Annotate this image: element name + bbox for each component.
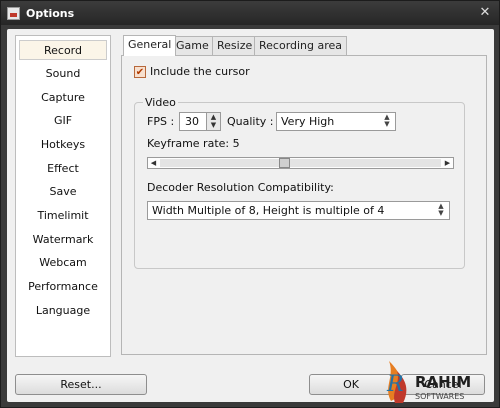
sidebar-item-save[interactable]: Save bbox=[19, 182, 107, 202]
keyframe-rate-label: Keyframe rate: 5 bbox=[147, 137, 240, 150]
slider-right-arrow-icon[interactable]: ▶ bbox=[442, 158, 453, 168]
decoder-compat-value: Width Multiple of 8, Height is multiple … bbox=[152, 204, 385, 217]
tab-general[interactable]: General bbox=[123, 35, 177, 56]
title-bar[interactable]: Options ✕ bbox=[1, 1, 499, 25]
keyframe-rate-slider[interactable]: ◀ ▶ bbox=[147, 157, 454, 169]
include-cursor-option[interactable]: ✔ Include the cursor bbox=[134, 65, 250, 78]
sidebar-item-webcam[interactable]: Webcam bbox=[19, 253, 107, 273]
dialog-client-area: Record Sound Capture GIF Hotkeys Effect … bbox=[7, 29, 494, 402]
fps-spinner[interactable]: 30 ▲ ▼ bbox=[179, 112, 221, 131]
include-cursor-checkbox[interactable]: ✔ bbox=[134, 65, 146, 78]
include-cursor-label: Include the cursor bbox=[150, 65, 250, 78]
decoder-dropdown-icon[interactable]: ▲ ▼ bbox=[435, 203, 447, 218]
watermark-line1: RAHIM bbox=[415, 373, 471, 391]
reset-button[interactable]: Reset... bbox=[15, 374, 147, 395]
sidebar-item-watermark[interactable]: Watermark bbox=[19, 230, 107, 250]
category-list: Record Sound Capture GIF Hotkeys Effect … bbox=[15, 35, 111, 357]
slider-left-arrow-icon[interactable]: ◀ bbox=[148, 158, 159, 168]
decoder-compat-label: Decoder Resolution Compatibility: bbox=[147, 181, 334, 194]
fps-value: 30 bbox=[185, 115, 199, 128]
sidebar-item-language[interactable]: Language bbox=[19, 301, 107, 321]
sidebar-item-timelimit[interactable]: Timelimit bbox=[19, 206, 107, 226]
fps-label: FPS : bbox=[147, 115, 175, 128]
general-tab-content: ✔ Include the cursor Video FPS : 30 ▲ ▼ Q… bbox=[121, 55, 487, 355]
tab-resize[interactable]: Resize bbox=[212, 36, 258, 55]
tab-game[interactable]: Game bbox=[171, 36, 214, 55]
fps-spin-arrows-icon[interactable]: ▲ ▼ bbox=[206, 113, 220, 130]
sidebar-item-capture[interactable]: Capture bbox=[19, 88, 107, 108]
sidebar-item-gif[interactable]: GIF bbox=[19, 111, 107, 131]
video-group: Video FPS : 30 ▲ ▼ Quality : Very High ▲ ▼… bbox=[134, 96, 465, 269]
quality-label: Quality : bbox=[227, 115, 274, 128]
sidebar-item-performance[interactable]: Performance bbox=[19, 277, 107, 297]
options-panel: General Game Resize Recording area ✔ Inc… bbox=[121, 35, 487, 356]
video-group-title: Video bbox=[143, 96, 178, 109]
slider-track[interactable] bbox=[160, 159, 441, 167]
app-icon bbox=[7, 6, 20, 20]
watermark-line2: SOFTWARES bbox=[415, 392, 464, 401]
slider-thumb[interactable] bbox=[279, 158, 290, 168]
sidebar-item-effect[interactable]: Effect bbox=[19, 159, 107, 179]
decoder-compat-select[interactable]: Width Multiple of 8, Height is multiple … bbox=[147, 201, 450, 220]
sidebar-item-record[interactable]: Record bbox=[19, 40, 107, 60]
window-title: Options bbox=[26, 6, 75, 20]
quality-select[interactable]: Very High ▲ ▼ bbox=[276, 112, 396, 131]
watermark-initial: R bbox=[386, 372, 404, 397]
quality-dropdown-icon[interactable]: ▲ ▼ bbox=[381, 114, 393, 129]
rahim-softwares-watermark: R RAHIM SOFTWARES bbox=[386, 361, 471, 403]
close-button[interactable]: ✕ bbox=[477, 5, 493, 21]
options-window: Options ✕ Record Sound Capture GIF Hotke… bbox=[0, 0, 500, 408]
quality-value: Very High bbox=[281, 115, 335, 128]
sidebar-item-hotkeys[interactable]: Hotkeys bbox=[19, 135, 107, 155]
sidebar-item-sound[interactable]: Sound bbox=[19, 64, 107, 84]
tab-recording-area[interactable]: Recording area bbox=[254, 36, 348, 55]
